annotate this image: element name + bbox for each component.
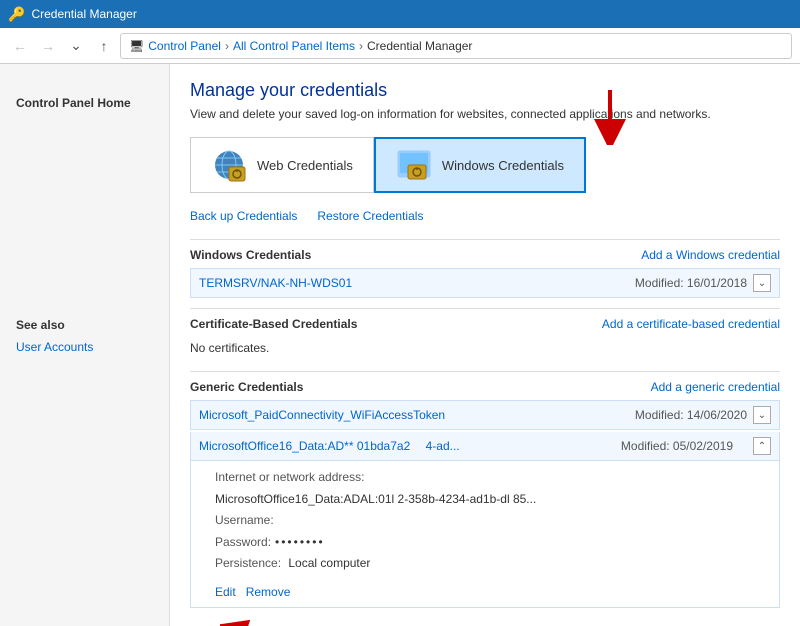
page-description: View and delete your saved log-on inform…: [190, 107, 780, 121]
web-credentials-button[interactable]: Web Credentials: [190, 137, 374, 193]
persistence-value: Local computer: [288, 553, 370, 575]
password-row: Password: ••••••••: [215, 532, 763, 554]
termsrv-credential-item[interactable]: TERMSRV/NAK-NH-WDS01 Modified: 16/01/201…: [190, 268, 780, 298]
content-area: Manage your credentials View and delete …: [170, 64, 800, 626]
forward-button[interactable]: →: [36, 34, 60, 58]
action-links: Back up Credentials Restore Credentials: [190, 209, 780, 223]
title-bar: 🔑 Credential Manager: [0, 0, 800, 28]
main-container: Control Panel Home See also User Account…: [0, 64, 800, 626]
wifi-credential-item[interactable]: Microsoft_PaidConnectivity_WiFiAccessTok…: [190, 400, 780, 430]
up-button[interactable]: ↑: [92, 34, 116, 58]
password-value: ••••••••: [275, 532, 325, 554]
title-bar-text: Credential Manager: [31, 7, 136, 21]
windows-credentials-section-title: Windows Credentials: [190, 248, 311, 262]
add-windows-credential-link[interactable]: Add a Windows credential: [641, 248, 780, 262]
termsrv-expand-button[interactable]: ⌄: [753, 274, 771, 292]
office-remove-link[interactable]: Remove: [246, 585, 291, 599]
add-generic-credential-link[interactable]: Add a generic credential: [651, 380, 780, 394]
web-credentials-label: Web Credentials: [257, 158, 353, 173]
windows-credentials-label: Windows Credentials: [442, 158, 564, 173]
breadcrumb-all-items[interactable]: All Control Panel Items: [233, 39, 355, 53]
cred-type-container: Web Credentials Windows C: [190, 137, 780, 193]
backup-credentials-link[interactable]: Back up Credentials: [190, 209, 297, 223]
office-credential-details: Internet or network address: MicrosoftOf…: [191, 461, 779, 581]
office-credential-actions: Edit Remove: [191, 581, 779, 607]
breadcrumb-control-panel[interactable]: Control Panel: [148, 39, 221, 53]
no-certificates-text: No certificates.: [190, 337, 780, 363]
office-credential-modified-area: Modified: 05/02/2019 ⌃: [621, 437, 771, 455]
generic-credentials-section-title: Generic Credentials: [190, 380, 303, 394]
office-edit-link[interactable]: Edit: [215, 585, 236, 599]
windows-credentials-section: Windows Credentials Add a Windows creden…: [190, 239, 780, 308]
persistence-row: Persistence: Local computer: [215, 553, 763, 575]
breadcrumb-sep-1: ›: [225, 39, 229, 53]
address-value: MicrosoftOffice16_Data:ADAL:01l 2-358b-4…: [215, 489, 536, 511]
certificate-credentials-section: Certificate-Based Credentials Add a cert…: [190, 308, 780, 371]
restore-credentials-link[interactable]: Restore Credentials: [317, 209, 423, 223]
breadcrumb-icon: 🖥: [129, 39, 144, 53]
title-bar-icon: 🔑: [8, 6, 25, 23]
office-credential-header[interactable]: MicrosoftOffice16_Data:AD** 01bda7a2 4-a…: [191, 432, 779, 461]
windows-credentials-icon: [396, 147, 432, 183]
generic-credentials-section: Generic Credentials Add a generic creden…: [190, 371, 780, 626]
windows-credentials-button[interactable]: Windows Credentials: [374, 137, 586, 193]
address-bar: ← → ⌄ ↑ 🖥 Control Panel › All Control Pa…: [0, 28, 800, 64]
username-row: Username:: [215, 510, 763, 532]
office-collapse-button[interactable]: ⌃: [753, 437, 771, 455]
sidebar-home-label: Control Panel Home: [0, 92, 169, 114]
cred-type-row: Web Credentials Windows C: [190, 137, 780, 193]
wifi-credential-modified: Modified: 14/06/2020 ⌄: [635, 406, 771, 424]
see-also-label: See also: [0, 314, 169, 336]
page-title: Manage your credentials: [190, 80, 780, 101]
sidebar-item-user-accounts[interactable]: User Accounts: [0, 336, 169, 358]
breadcrumb-sep-2: ›: [359, 39, 363, 53]
certificate-section-header: Certificate-Based Credentials Add a cert…: [190, 317, 780, 331]
back-button[interactable]: ←: [8, 34, 32, 58]
certificate-section-title: Certificate-Based Credentials: [190, 317, 357, 331]
wifi-credential-name: Microsoft_PaidConnectivity_WiFiAccessTok…: [199, 408, 445, 422]
sidebar: Control Panel Home See also User Account…: [0, 64, 170, 626]
office-credential-expanded: MicrosoftOffice16_Data:AD** 01bda7a2 4-a…: [190, 432, 780, 608]
wifi-expand-button[interactable]: ⌄: [753, 406, 771, 424]
termsrv-credential-modified: Modified: 16/01/2018 ⌄: [635, 274, 771, 292]
web-credentials-icon: [211, 147, 247, 183]
add-certificate-link[interactable]: Add a certificate-based credential: [602, 317, 780, 331]
address-value-row: MicrosoftOffice16_Data:ADAL:01l 2-358b-4…: [215, 489, 763, 511]
dropdown-button[interactable]: ⌄: [64, 34, 88, 58]
windows-credentials-section-header: Windows Credentials Add a Windows creden…: [190, 248, 780, 262]
termsrv-credential-name: TERMSRV/NAK-NH-WDS01: [199, 276, 352, 290]
address-row: Internet or network address:: [215, 467, 763, 489]
office-credential-name: MicrosoftOffice16_Data:AD** 01bda7a2 4-a…: [199, 439, 460, 453]
breadcrumb: 🖥 Control Panel › All Control Panel Item…: [120, 33, 792, 59]
generic-credentials-section-header: Generic Credentials Add a generic creden…: [190, 380, 780, 394]
breadcrumb-current: Credential Manager: [367, 39, 472, 53]
